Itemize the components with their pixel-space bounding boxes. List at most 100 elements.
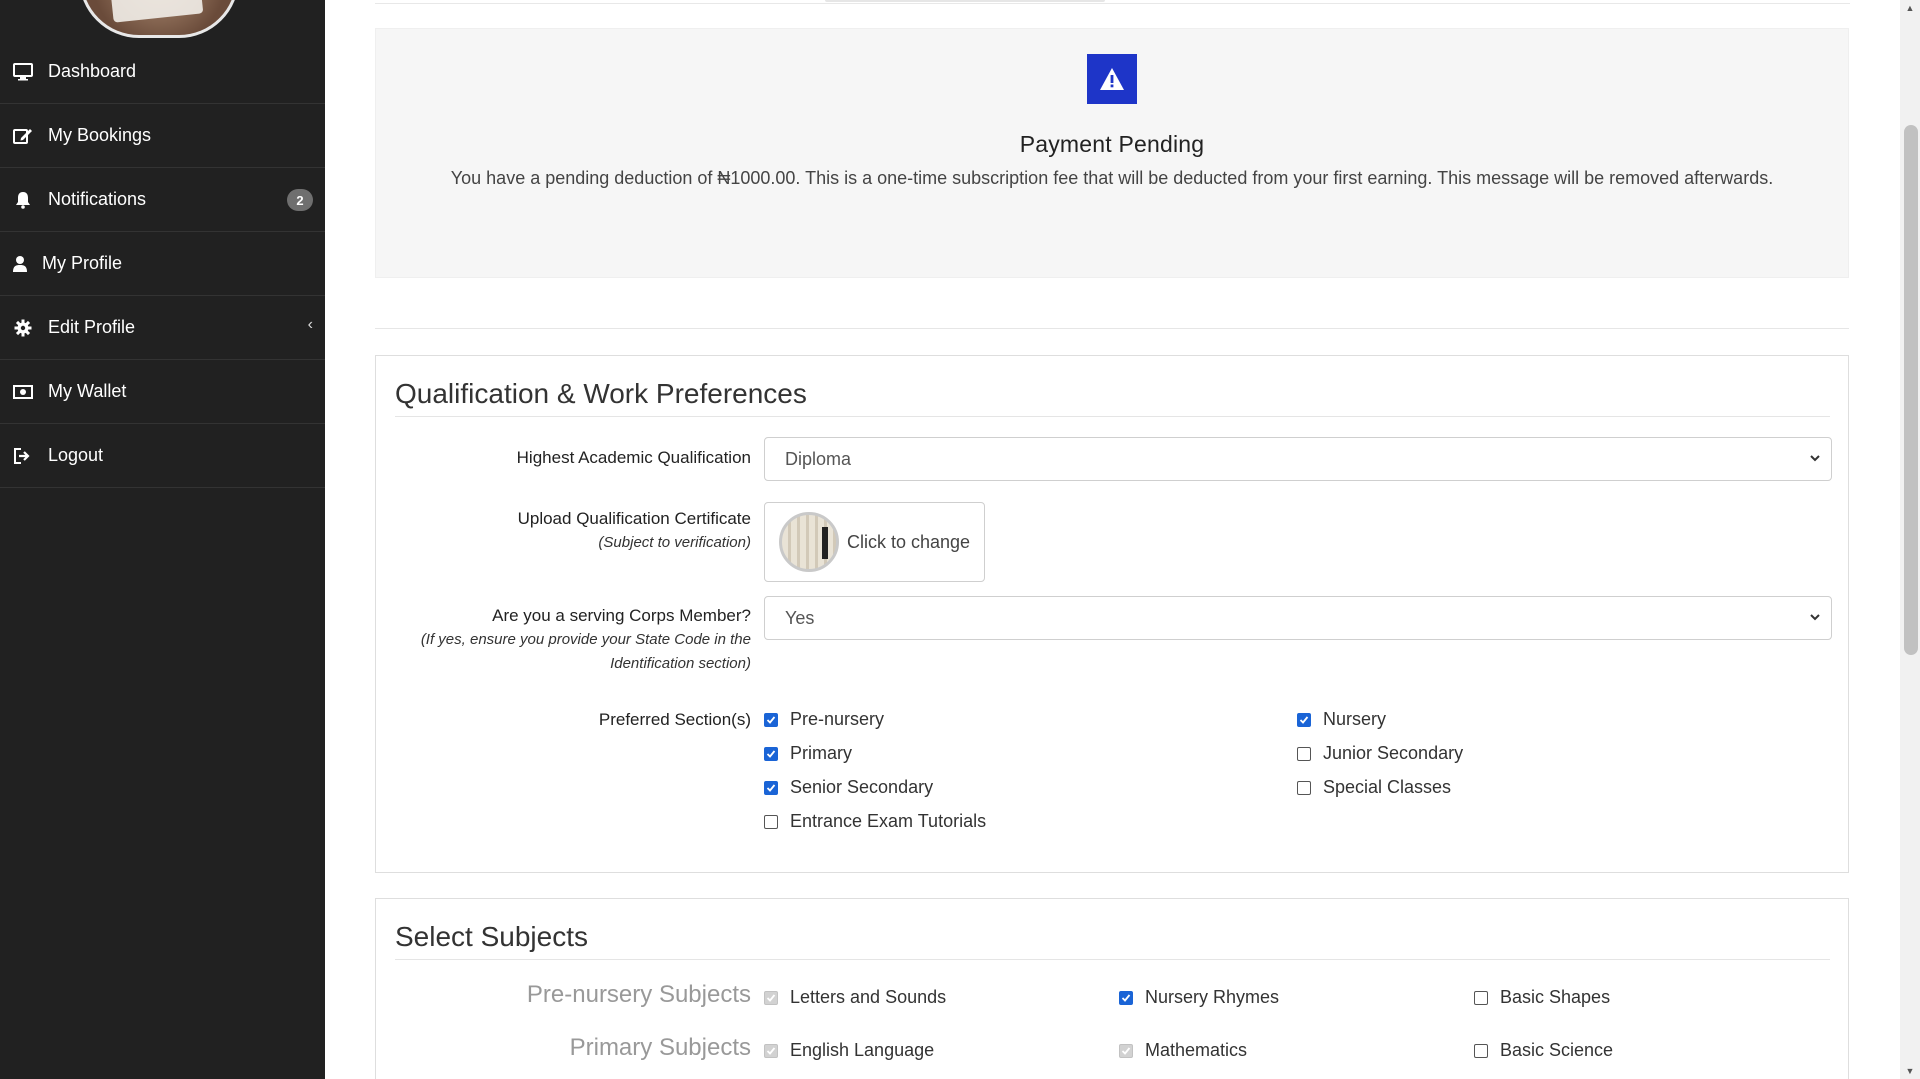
bell-icon	[12, 190, 34, 210]
checkbox-label: Basic Shapes	[1500, 987, 1611, 1007]
checkbox-label: Letters and Sounds	[790, 987, 947, 1007]
checkbox-unchecked[interactable]	[1297, 780, 1311, 795]
checkbox-label: Primary	[790, 743, 852, 763]
checkbox-label: Entrance Exam Tutorials	[790, 811, 987, 831]
section-divider	[375, 328, 1849, 329]
subject-checkbox-mathematics[interactable]: Mathematics	[1119, 1040, 1247, 1061]
select-value: Yes	[785, 607, 815, 628]
label-subtext: (If yes, ensure you provide your State C…	[420, 631, 751, 672]
checkbox-checked[interactable]	[1297, 712, 1311, 727]
corps-member-label: Are you a serving Corps Member? (If yes,…	[351, 606, 751, 676]
highest-qualification-select[interactable]: Diploma	[764, 437, 1832, 481]
checkbox-label: Senior Secondary	[790, 777, 934, 797]
preferred-sections-label: Preferred Section(s)	[351, 710, 751, 730]
subject-checkbox-basic-shapes[interactable]: Basic Shapes	[1474, 987, 1610, 1008]
checkbox-checked[interactable]	[764, 780, 778, 795]
sidebar-item-label: My Bookings	[48, 125, 152, 145]
checkbox-checked[interactable]	[764, 712, 778, 727]
notification-count-badge: 2	[287, 189, 313, 211]
sidebar-item-notifications[interactable]: Notifications 2	[0, 168, 325, 232]
label-text: Are you a serving Corps Member?	[492, 606, 751, 625]
checkbox-disabled	[764, 990, 778, 1005]
select-value: Diploma	[785, 448, 852, 469]
label-text: Upload Qualification Certificate	[517, 509, 751, 528]
sidebar-item-label: Dashboard	[48, 61, 137, 81]
scrollbar-thumb[interactable]	[1904, 125, 1918, 655]
section-checkbox-junior-secondary[interactable]: Junior Secondary	[1297, 743, 1463, 764]
sidebar-nav: Dashboard My Bookings Notifications 2 My…	[0, 40, 325, 488]
subject-checkbox-letters-and-sounds[interactable]: Letters and Sounds	[764, 987, 946, 1008]
gear-icon	[12, 318, 34, 338]
avatar	[79, 0, 239, 38]
checkbox-label: Special Classes	[1323, 777, 1452, 797]
subject-checkbox-nursery-rhymes[interactable]: Nursery Rhymes	[1119, 987, 1279, 1008]
sidebar-item-edit-profile[interactable]: Edit Profile ‹	[0, 296, 325, 360]
edit-icon	[12, 126, 34, 146]
main-content: Payment Pending You have a pending deduc…	[325, 0, 1900, 1079]
label-text: Preferred Section(s)	[598, 710, 751, 729]
sidebar-item-my-wallet[interactable]: My Wallet	[0, 360, 325, 424]
checkbox-label: Junior Secondary	[1323, 743, 1464, 763]
sidebar-item-label: My Profile	[42, 253, 123, 273]
checkbox-unchecked[interactable]	[1474, 990, 1488, 1005]
checkbox-unchecked[interactable]	[764, 814, 778, 829]
checkbox-label: English Language	[790, 1040, 935, 1060]
page-scrollbar[interactable]: ▲ ▼	[1900, 0, 1920, 1079]
chevron-down-icon	[1810, 455, 1820, 462]
sidebar-item-logout[interactable]: Logout	[0, 424, 325, 488]
checkbox-checked[interactable]	[1119, 990, 1133, 1005]
sidebar-item-dashboard[interactable]: Dashboard	[0, 40, 325, 104]
checkbox-label: Nursery Rhymes	[1145, 987, 1280, 1007]
checkbox-label: Pre-nursery	[790, 709, 885, 729]
pre-nursery-subjects-heading: Pre-nursery Subjects	[526, 981, 751, 1008]
label-text: Highest Academic Qualification	[516, 448, 751, 467]
checkbox-disabled	[764, 1043, 778, 1058]
upload-certificate-button[interactable]: Click to change	[764, 502, 985, 582]
section-checkbox-nursery[interactable]: Nursery	[1297, 709, 1386, 730]
section-checkbox-special-classes[interactable]: Special Classes	[1297, 777, 1451, 798]
corps-member-select[interactable]: Yes	[764, 596, 1832, 640]
checkbox-unchecked[interactable]	[1297, 746, 1311, 761]
section-checkbox-pre-nursery[interactable]: Pre-nursery	[764, 709, 884, 730]
primary-subjects-heading: Primary Subjects	[569, 1034, 751, 1061]
sidebar-item-label: Notifications	[48, 189, 147, 209]
scroll-down-arrow-icon[interactable]: ▼	[1905, 1066, 1915, 1076]
checkbox-unchecked[interactable]	[1474, 1043, 1488, 1058]
sidebar-item-label: Logout	[48, 445, 104, 465]
subjects-card: Select Subjects Pre-nursery Subjects Let…	[375, 898, 1849, 1079]
alert-message: You have a pending deduction of ₦1000.00…	[450, 168, 1774, 188]
chevron-down-icon	[1810, 614, 1820, 621]
sidebar-item-label: My Wallet	[48, 381, 127, 401]
user-icon	[12, 254, 28, 274]
upload-certificate-label: Upload Qualification Certificate (Subjec…	[351, 509, 751, 555]
checkbox-label: Nursery	[1323, 709, 1387, 729]
top-divider	[375, 0, 1850, 4]
highest-qualification-label: Highest Academic Qualification	[351, 448, 751, 468]
section-checkbox-entrance-exam-tutorials[interactable]: Entrance Exam Tutorials	[764, 811, 986, 832]
checkbox-label: Mathematics	[1145, 1040, 1248, 1060]
qualification-card: Qualification & Work Preferences Highest…	[375, 355, 1849, 873]
sidebar-item-my-bookings[interactable]: My Bookings	[0, 104, 325, 168]
alert-title: Payment Pending	[1019, 131, 1205, 157]
money-icon	[12, 382, 34, 402]
checkbox-disabled	[1119, 1043, 1133, 1058]
logout-icon	[12, 446, 34, 466]
checkbox-label: Basic Science	[1500, 1040, 1614, 1060]
subject-checkbox-basic-science[interactable]: Basic Science	[1474, 1040, 1613, 1061]
section-title: Qualification & Work Preferences	[395, 378, 1830, 417]
chevron-left-icon: ‹	[307, 316, 313, 333]
scroll-up-arrow-icon[interactable]: ▲	[1905, 3, 1915, 13]
upload-button-label: Click to change	[847, 531, 971, 552]
section-checkbox-primary[interactable]: Primary	[764, 743, 852, 764]
desktop-icon	[12, 62, 34, 82]
sidebar-item-label: Edit Profile	[48, 317, 136, 337]
subject-checkbox-english-language[interactable]: English Language	[764, 1040, 934, 1061]
warning-icon	[1087, 54, 1137, 104]
label-subtext: (Subject to verification)	[598, 534, 751, 551]
section-checkbox-senior-secondary[interactable]: Senior Secondary	[764, 777, 933, 798]
checkbox-checked[interactable]	[764, 746, 778, 761]
payment-pending-alert: Payment Pending You have a pending deduc…	[375, 28, 1849, 278]
sidebar-item-my-profile[interactable]: My Profile	[0, 232, 325, 296]
section-title: Select Subjects	[395, 921, 1830, 960]
sidebar: Dashboard My Bookings Notifications 2 My…	[0, 0, 325, 1079]
